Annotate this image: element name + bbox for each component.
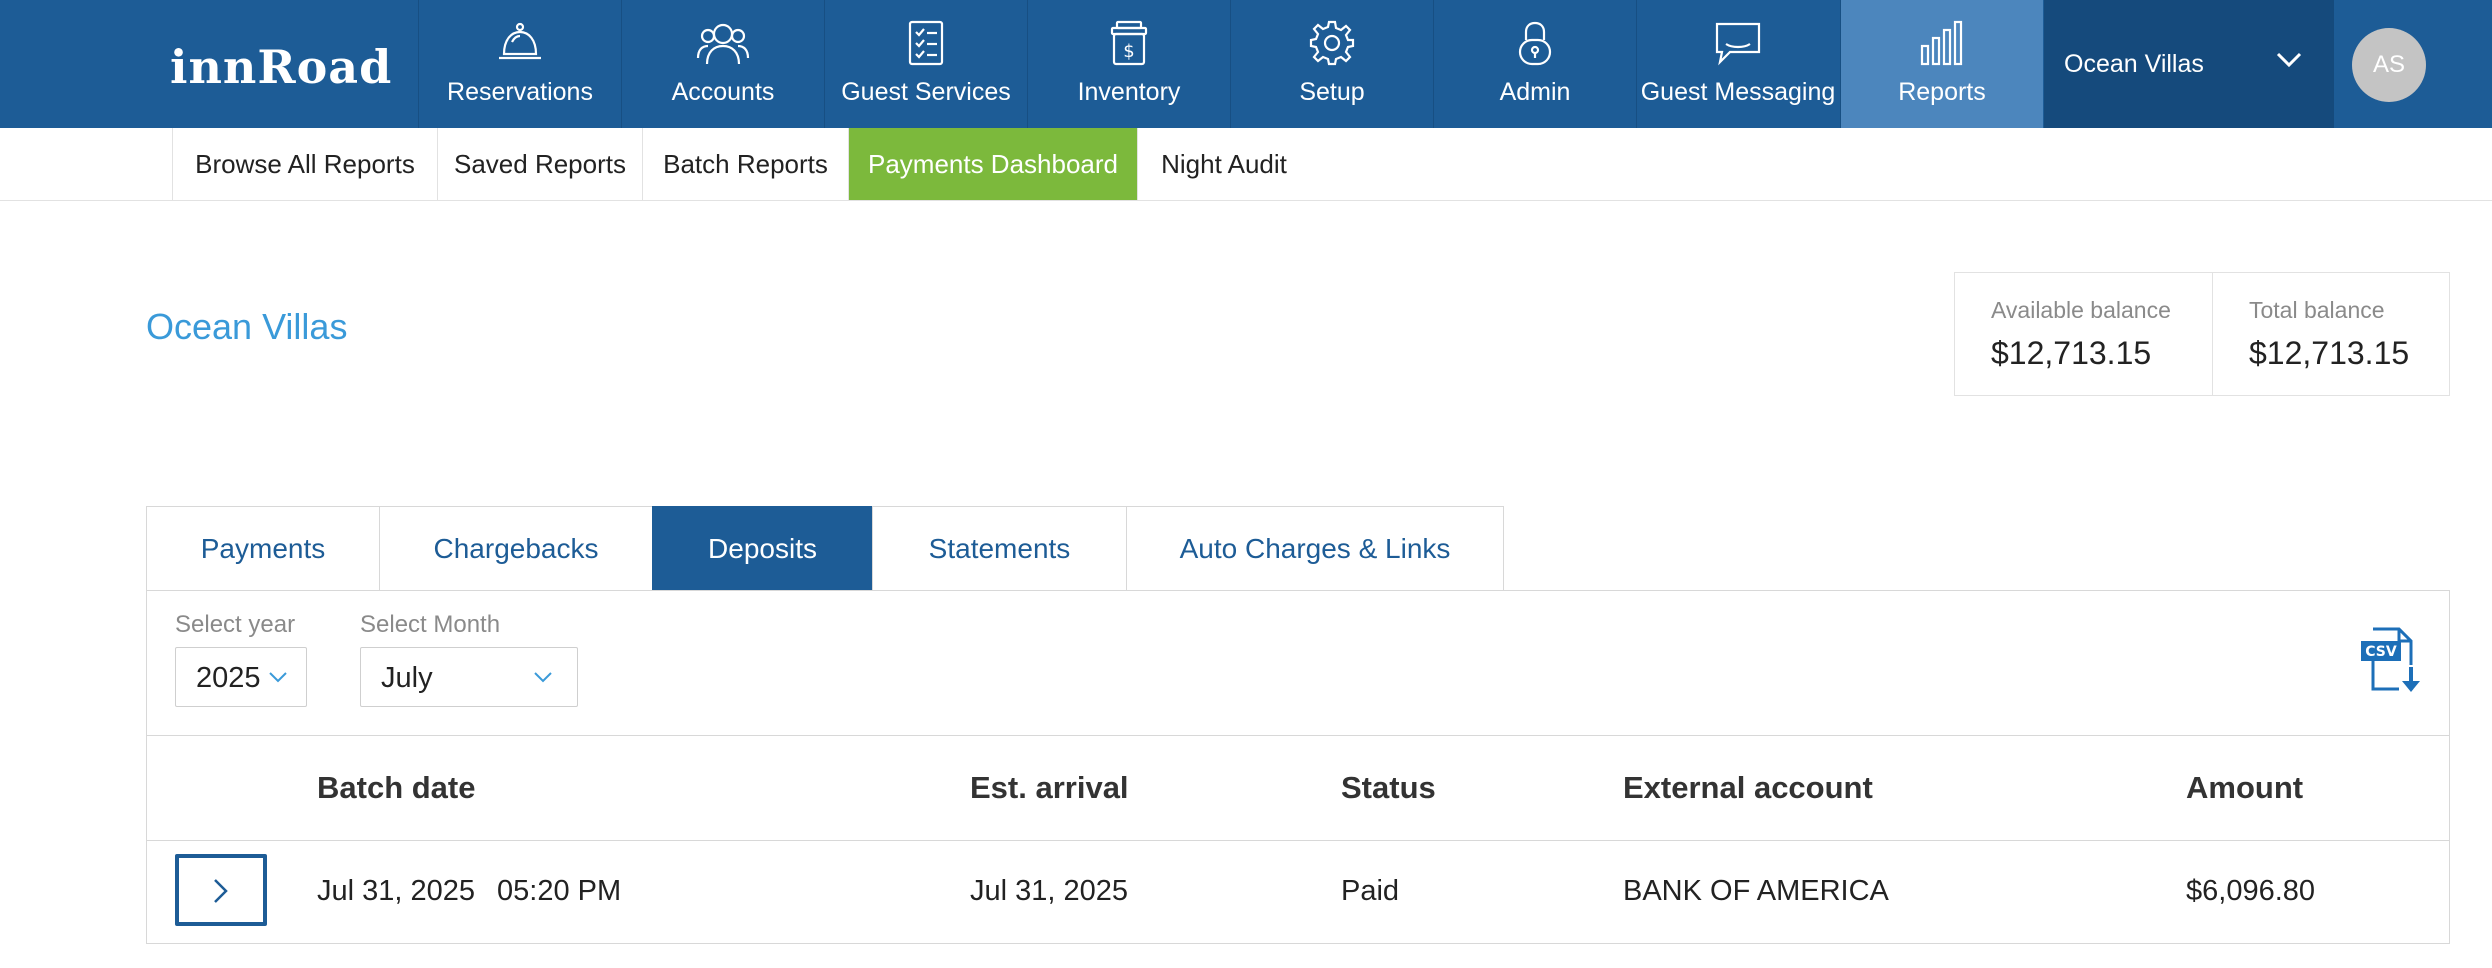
- nav-guest-services[interactable]: Guest Services: [824, 0, 1027, 128]
- available-balance-value: $12,713.15: [1991, 335, 2152, 371]
- nav-label: Reservations: [447, 78, 593, 106]
- est-arrival-cell: Jul 31, 2025: [970, 875, 1129, 907]
- svg-text:CSV: CSV: [2365, 644, 2397, 660]
- nav-setup[interactable]: Setup: [1230, 0, 1433, 128]
- nav-label: Admin: [1499, 78, 1571, 106]
- checklist-icon: [908, 20, 944, 66]
- chevron-down-icon: [534, 672, 552, 683]
- year-select[interactable]: 2025: [175, 647, 307, 707]
- csv-download-icon: CSV: [2361, 627, 2420, 692]
- chat-icon: [1715, 22, 1761, 66]
- lock-icon: [1518, 21, 1552, 66]
- total-balance-value: $12,713.15: [2249, 335, 2410, 371]
- tab-statements[interactable]: Statements: [872, 506, 1126, 591]
- available-balance-card: Available balance $12,713.15: [1954, 272, 2213, 396]
- subnav-batch-reports[interactable]: Batch Reports: [643, 128, 849, 200]
- page-title: Ocean Villas: [146, 306, 348, 347]
- available-balance-label: Available balance: [1991, 297, 2171, 323]
- external-account-cell: BANK OF AMERICA: [1623, 875, 1889, 907]
- nav-reports[interactable]: Reports: [1840, 0, 2043, 128]
- property-selector[interactable]: Ocean Villas: [2044, 0, 2334, 128]
- batch-time-cell: 05:20 PM: [497, 875, 622, 907]
- total-balance-card: Total balance $12,713.15: [2212, 272, 2450, 396]
- column-header-amount[interactable]: Amount: [2186, 770, 2303, 806]
- chevron-down-icon: [269, 672, 287, 683]
- nav-reservations[interactable]: Reservations: [418, 0, 621, 128]
- amount-cell: $6,096.80: [2186, 875, 2316, 907]
- nav-accounts[interactable]: Accounts: [621, 0, 824, 128]
- column-header-batch-date[interactable]: Batch date: [317, 770, 475, 806]
- users-icon: [696, 23, 750, 65]
- nav-label: Accounts: [671, 78, 775, 106]
- svg-text:$: $: [1123, 41, 1134, 62]
- nav-label: Guest Services: [841, 78, 1011, 106]
- table-row: Jul 31, 2025 05:20 PM Jul 31, 2025 Paid …: [147, 841, 2449, 944]
- batch-date-cell: Jul 31, 2025: [317, 875, 476, 907]
- tab-deposits[interactable]: Deposits: [652, 506, 872, 591]
- nav-admin[interactable]: Admin: [1433, 0, 1636, 128]
- gear-icon: [1309, 20, 1355, 66]
- tab-payments[interactable]: Payments: [146, 506, 379, 591]
- subnav-payments-dashboard[interactable]: Payments Dashboard: [849, 128, 1138, 200]
- chevron-down-icon: [2276, 52, 2302, 68]
- jar-dollar-icon: $: [1110, 20, 1148, 66]
- tab-auto-charges-links[interactable]: Auto Charges & Links: [1126, 506, 1504, 591]
- expand-row-button[interactable]: [175, 854, 267, 926]
- deposits-panel: Select year 2025 Select Month July CSV B…: [146, 590, 2450, 944]
- user-menu: AS: [2334, 0, 2492, 128]
- nav-guest-messaging[interactable]: Guest Messaging: [1636, 0, 1839, 128]
- total-balance-label: Total balance: [2249, 297, 2385, 323]
- year-select-label: Select year: [175, 611, 296, 638]
- tab-chargebacks[interactable]: Chargebacks: [379, 506, 652, 591]
- status-cell: Paid: [1341, 875, 1400, 907]
- month-select-label: Select Month: [360, 611, 501, 638]
- nav-label: Reports: [1898, 78, 1986, 106]
- bell-icon: [499, 22, 541, 60]
- nav-label: Inventory: [1077, 78, 1181, 106]
- column-header-est-arrival[interactable]: Est. arrival: [970, 770, 1129, 806]
- column-header-external-account[interactable]: External account: [1623, 770, 1873, 806]
- avatar[interactable]: AS: [2352, 28, 2426, 102]
- innroad-logo[interactable]: innRoad: [170, 40, 392, 94]
- nav-inventory[interactable]: $ Inventory: [1027, 0, 1230, 128]
- reports-subnav: Browse All Reports Saved Reports Batch R…: [0, 128, 2492, 201]
- year-select-value: 2025: [196, 662, 261, 694]
- month-select-value: July: [381, 662, 433, 694]
- csv-download-button[interactable]: CSV: [2359, 625, 2423, 695]
- nav-label: Guest Messaging: [1640, 78, 1836, 106]
- nav-label: Setup: [1299, 78, 1365, 106]
- column-header-status[interactable]: Status: [1341, 770, 1436, 806]
- chevron-right-icon: [214, 879, 228, 903]
- subnav-browse-all-reports[interactable]: Browse All Reports: [172, 128, 438, 200]
- month-select[interactable]: July: [360, 647, 578, 707]
- table-header: Batch date Est. arrival Status External …: [147, 735, 2449, 841]
- property-selector-label: Ocean Villas: [2064, 50, 2204, 78]
- subnav-saved-reports[interactable]: Saved Reports: [438, 128, 643, 200]
- top-navigation-bar: innRoad Reservations Accounts Guest Serv…: [0, 0, 2492, 128]
- subnav-night-audit[interactable]: Night Audit: [1138, 128, 1310, 200]
- bar-chart-icon: [1920, 20, 1963, 66]
